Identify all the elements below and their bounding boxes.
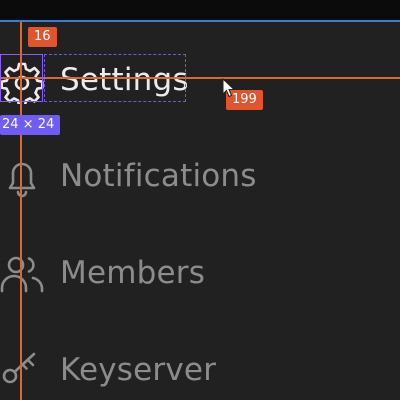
icon-selection-box bbox=[0, 54, 43, 102]
cursor-icon bbox=[222, 78, 236, 98]
key-icon bbox=[0, 346, 46, 394]
nav-item-notifications[interactable]: Notifications bbox=[0, 148, 400, 204]
nav-label-members: Members bbox=[60, 255, 206, 291]
nav-item-members[interactable]: Members bbox=[0, 245, 400, 301]
nav-item-keyserver[interactable]: Keyserver bbox=[0, 342, 400, 398]
bell-icon bbox=[0, 152, 46, 200]
nav-label-keyserver: Keyserver bbox=[60, 352, 217, 388]
nav-label-notifications: Notifications bbox=[60, 158, 257, 194]
size-badge: 24 × 24 bbox=[0, 115, 61, 135]
spacing-badge: 16 bbox=[28, 27, 57, 47]
label-hover-outline bbox=[44, 54, 186, 102]
users-icon bbox=[0, 249, 46, 297]
